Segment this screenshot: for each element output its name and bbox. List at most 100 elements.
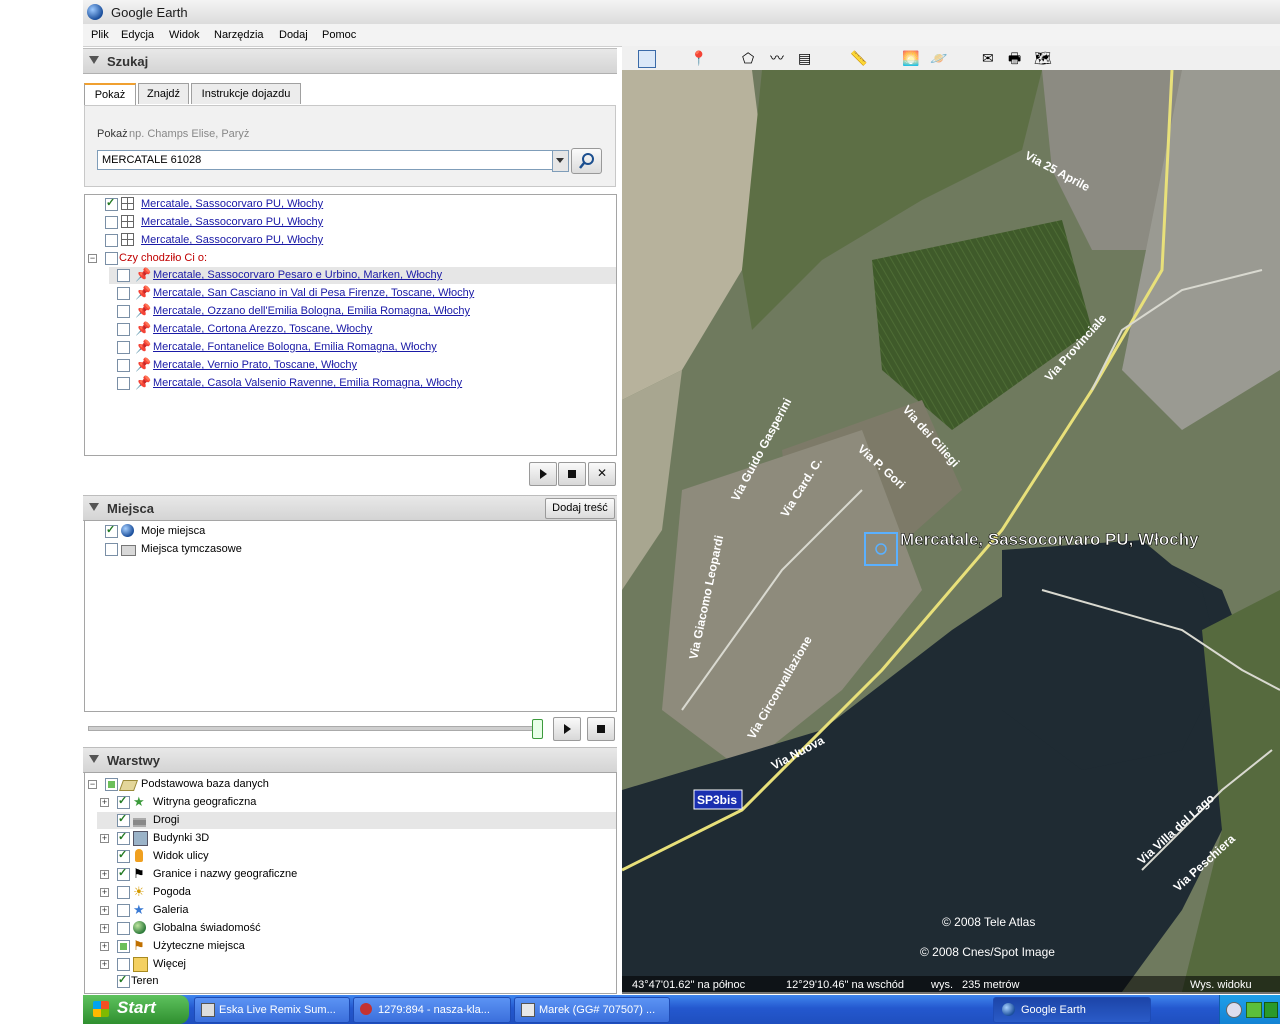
checkbox[interactable] — [105, 522, 118, 539]
expand-plus-icon[interactable]: + — [100, 834, 109, 843]
checkbox[interactable] — [105, 543, 118, 556]
satellite-imagery[interactable]: Mercatale, Sassocorvaro PU, Włochy Via 2… — [622, 70, 1280, 992]
suggestion-link[interactable]: Mercatale, Ozzano dell'Emilia Bologna, E… — [153, 303, 470, 320]
layer-item[interactable]: + ★ Galeria — [97, 902, 615, 919]
checkbox[interactable] — [117, 847, 130, 864]
checkbox[interactable] — [117, 811, 130, 828]
did-you-mean-folder[interactable]: − Czy chodziło Ci o: — [85, 250, 615, 267]
checkbox[interactable] — [117, 269, 130, 282]
collapse-triangle-icon[interactable] — [89, 755, 99, 763]
menu-edycja[interactable]: Edycja — [121, 29, 154, 41]
expand-plus-icon[interactable]: + — [100, 888, 109, 897]
stop-places-button[interactable] — [587, 717, 615, 741]
list-item[interactable]: 📌 Mercatale, Casola Valsenio Ravenne, Em… — [109, 375, 616, 392]
layer-root[interactable]: − Podstawowa baza danych — [85, 776, 615, 793]
checkbox[interactable] — [117, 972, 130, 989]
menu-plik[interactable]: Plik — [91, 29, 109, 41]
checkbox[interactable] — [117, 886, 130, 899]
result-link[interactable]: Mercatale, Sassocorvaro PU, Włochy — [141, 214, 323, 231]
checkbox[interactable] — [105, 778, 118, 791]
expand-plus-icon[interactable]: + — [100, 960, 109, 969]
expand-plus-icon[interactable]: + — [100, 798, 109, 807]
checkbox[interactable] — [117, 793, 130, 810]
checkbox[interactable] — [105, 252, 118, 265]
add-content-button[interactable]: Dodaj treść — [545, 498, 615, 519]
checkbox[interactable] — [117, 359, 130, 372]
expand-plus-icon[interactable]: + — [100, 942, 109, 951]
layer-item[interactable]: Drogi — [97, 811, 616, 829]
list-item[interactable]: 📌 Mercatale, Cortona Arezzo, Toscane, Wł… — [109, 321, 616, 338]
expand-plus-icon[interactable]: + — [100, 870, 109, 879]
places-panel-header[interactable]: Miejsca Dodaj treść — [83, 495, 617, 521]
menu-narzedzia[interactable]: Narzędzia — [214, 29, 264, 41]
taskbar-item[interactable]: 1279:894 - nasza-kla... — [353, 997, 511, 1023]
google-maps-icon[interactable]: 🗺 — [1034, 50, 1052, 66]
menu-widok[interactable]: Widok — [169, 29, 200, 41]
list-item[interactable]: 📌 Mercatale, Vernio Prato, Toscane, Włoc… — [109, 357, 616, 374]
expand-plus-icon[interactable]: + — [100, 924, 109, 933]
suggestion-link[interactable]: Mercatale, Cortona Arezzo, Toscane, Włoc… — [153, 321, 372, 338]
list-item[interactable]: 📌 Mercatale, Sassocorvaro Pesaro e Urbin… — [109, 267, 616, 284]
tab-pokaz[interactable]: Pokaż — [84, 83, 136, 106]
checkbox[interactable] — [117, 904, 130, 917]
layer-item[interactable]: + Globalna świadomość — [97, 920, 615, 937]
tab-znajdz[interactable]: Znajdź — [138, 83, 189, 104]
stop-tour-button[interactable] — [558, 462, 586, 486]
list-item[interactable]: Mercatale, Sassocorvaro PU, Włochy — [85, 214, 615, 231]
checkbox[interactable] — [117, 940, 130, 953]
checkbox[interactable] — [117, 305, 130, 318]
layer-item[interactable]: + Więcej — [97, 956, 615, 973]
checkbox[interactable] — [117, 958, 130, 971]
list-item[interactable]: Moje miejsca — [85, 522, 615, 540]
taskbar-item[interactable]: Eska Live Remix Sum... — [194, 997, 350, 1023]
list-item[interactable]: 📌 Mercatale, Ozzano dell'Emilia Bologna,… — [109, 303, 616, 320]
checkbox[interactable] — [117, 829, 130, 846]
list-item[interactable]: 📌 Mercatale, San Casciano in Val di Pesa… — [109, 285, 616, 302]
suggestion-link[interactable]: Mercatale, Fontanelice Bologna, Emilia R… — [153, 339, 437, 356]
result-link[interactable]: Mercatale, Sassocorvaro PU, Włochy — [141, 232, 323, 249]
tour-slider-handle[interactable] — [532, 719, 543, 739]
play-places-button[interactable] — [553, 717, 581, 741]
tray-network-icon[interactable] — [1246, 1002, 1262, 1018]
taskbar-item-active[interactable]: Google Earth — [993, 997, 1151, 1023]
layers-panel-header[interactable]: Warstwy — [83, 747, 617, 773]
print-icon[interactable]: 🖶 — [1008, 50, 1024, 66]
path-add-icon[interactable]: 〰 — [770, 50, 786, 66]
checkbox[interactable] — [105, 216, 118, 229]
checkbox[interactable] — [105, 195, 118, 212]
suggestion-link[interactable]: Mercatale, Vernio Prato, Toscane, Włochy — [153, 357, 357, 374]
checkbox[interactable] — [117, 377, 130, 390]
checkbox[interactable] — [105, 234, 118, 247]
map-view[interactable]: Mercatale, Sassocorvaro PU, Włochy Via 2… — [622, 70, 1280, 992]
collapse-triangle-icon[interactable] — [89, 56, 99, 64]
layer-item[interactable]: + ⚑ Użyteczne miejsca — [97, 938, 615, 955]
list-item[interactable]: Mercatale, Sassocorvaro PU, Włochy — [85, 195, 615, 213]
expand-plus-icon[interactable]: + — [100, 906, 109, 915]
suggestion-link[interactable]: Mercatale, San Casciano in Val di Pesa F… — [153, 285, 474, 302]
menu-dodaj[interactable]: Dodaj — [279, 29, 308, 41]
suggestion-link[interactable]: Mercatale, Sassocorvaro Pesaro e Urbino,… — [153, 267, 442, 284]
checkbox[interactable] — [117, 865, 130, 882]
email-icon[interactable]: ✉ — [982, 50, 998, 66]
checkbox[interactable] — [117, 323, 130, 336]
result-link[interactable]: Mercatale, Sassocorvaro PU, Włochy — [141, 196, 323, 213]
checkbox[interactable] — [117, 287, 130, 300]
tray-gg-icon[interactable] — [1264, 1002, 1278, 1018]
layer-item[interactable]: + Budynki 3D — [97, 829, 615, 847]
sunlight-icon[interactable]: 🌅 — [902, 50, 919, 66]
suggestion-link[interactable]: Mercatale, Casola Valsenio Ravenne, Emil… — [153, 375, 462, 392]
layer-item[interactable]: + ☀ Pogoda — [97, 884, 615, 901]
taskbar-item[interactable]: Marek (GG# 707507) ... — [514, 997, 670, 1023]
layer-item[interactable]: + ⚑ Granice i nazwy geograficzne — [97, 865, 615, 883]
list-item[interactable]: Miejsca tymczasowe — [85, 541, 615, 558]
dropdown-arrow-icon[interactable] — [552, 150, 569, 172]
collapse-minus-icon[interactable]: − — [88, 780, 97, 789]
sidebar-toggle-icon[interactable] — [638, 50, 656, 68]
list-item[interactable]: Mercatale, Sassocorvaro PU, Włochy — [85, 232, 615, 249]
menu-pomoc[interactable]: Pomoc — [322, 29, 356, 41]
checkbox[interactable] — [117, 341, 130, 354]
checkbox[interactable] — [117, 922, 130, 935]
tray-arrow-icon[interactable] — [1226, 1002, 1242, 1018]
tour-slider-track[interactable] — [88, 726, 538, 731]
polygon-add-icon[interactable]: ⬠ — [742, 50, 758, 66]
